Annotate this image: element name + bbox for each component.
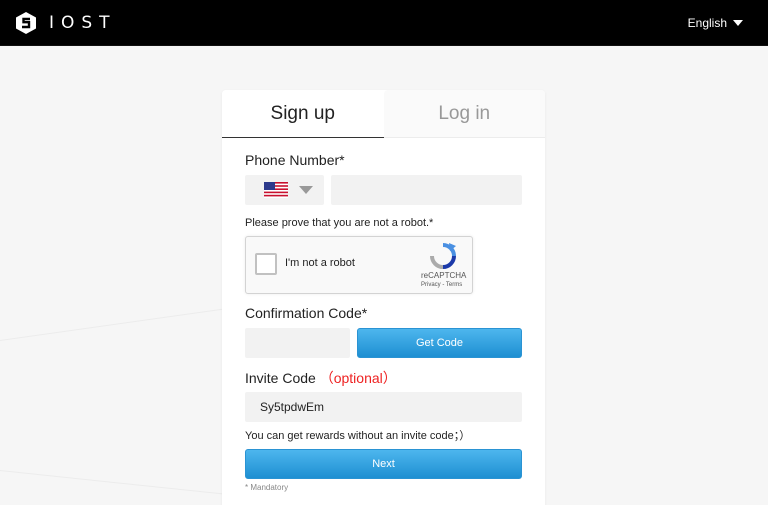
recaptcha-checkbox[interactable] bbox=[255, 253, 277, 275]
background-line bbox=[0, 307, 228, 341]
country-code-select[interactable] bbox=[245, 175, 324, 205]
recaptcha-icon bbox=[430, 243, 456, 269]
us-flag-icon bbox=[264, 182, 288, 198]
language-label: English bbox=[687, 16, 727, 30]
invite-code-label-text: Invite Code bbox=[245, 370, 316, 386]
recaptcha-privacy-terms-link[interactable]: Privacy - Terms bbox=[421, 282, 462, 288]
brand-name: IOST bbox=[49, 13, 117, 33]
invite-code-input[interactable] bbox=[245, 392, 522, 422]
robot-prompt: Please prove that you are not a robot.* bbox=[245, 217, 434, 229]
invite-code-label: Invite Code （optional） bbox=[245, 368, 397, 388]
chevron-down-icon bbox=[733, 20, 743, 26]
iost-logo-icon bbox=[16, 12, 36, 34]
top-navigation-bar: IOST English bbox=[0, 0, 768, 46]
phone-number-input[interactable] bbox=[331, 175, 522, 205]
tab-sign-up[interactable]: Sign up bbox=[222, 90, 384, 138]
signup-card: Sign up Log in Phone Number* Please prov… bbox=[222, 90, 545, 505]
chevron-down-icon bbox=[299, 186, 313, 194]
recaptcha-label: I'm not a robot bbox=[285, 257, 355, 269]
optional-tag: （optional） bbox=[319, 370, 397, 386]
tab-log-in[interactable]: Log in bbox=[383, 90, 545, 138]
brand[interactable]: IOST bbox=[15, 11, 117, 35]
confirmation-code-input[interactable] bbox=[245, 328, 350, 358]
get-code-button[interactable]: Get Code bbox=[357, 328, 522, 358]
recaptcha-brand: reCAPTCHA bbox=[421, 271, 467, 280]
auth-tabs: Sign up Log in bbox=[222, 90, 545, 138]
next-button[interactable]: Next bbox=[245, 449, 522, 479]
phone-number-label: Phone Number* bbox=[245, 152, 345, 168]
background-line bbox=[0, 470, 229, 496]
invite-code-hint: You can get rewards without an invite co… bbox=[245, 430, 471, 442]
language-selector[interactable]: English bbox=[688, 16, 743, 30]
confirmation-code-label: Confirmation Code* bbox=[245, 305, 368, 321]
recaptcha-widget: I'm not a robot reCAPTCHA Privacy - Term… bbox=[245, 236, 473, 294]
mandatory-note: * Mandatory bbox=[245, 483, 289, 492]
